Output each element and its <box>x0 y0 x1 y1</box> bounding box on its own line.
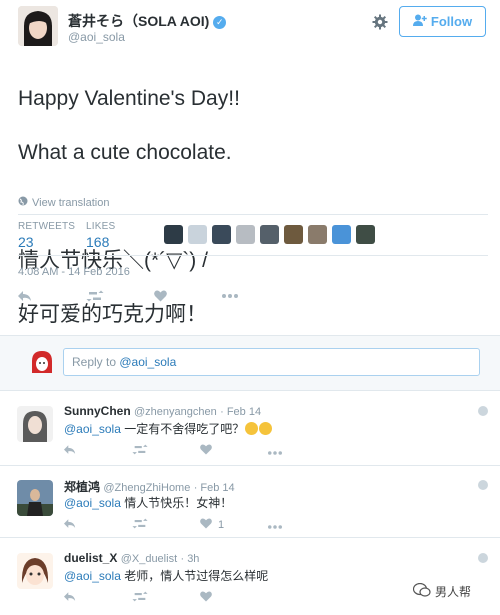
tweet-text-line: 好可爱的巧克力啊！ <box>18 303 207 326</box>
liker-avatar[interactable] <box>212 225 231 244</box>
reply-placeholder-prefix: Reply to <box>72 355 120 369</box>
liker-avatar[interactable] <box>164 225 183 244</box>
current-user-avatar <box>28 349 56 377</box>
follow-label: Follow <box>430 14 473 29</box>
retweets-stat[interactable]: RETWEETS 23 <box>18 221 75 250</box>
retweets-label: RETWEETS <box>18 221 76 232</box>
reply-placeholder-handle: @aoi_sola <box>119 355 177 369</box>
reply-author-name[interactable]: 郑植鸿 <box>64 480 100 494</box>
emoji-icon <box>259 422 273 435</box>
reply-avatar[interactable] <box>17 553 53 589</box>
likes-label: LIKES <box>86 221 116 232</box>
liker-avatar[interactable] <box>284 225 303 244</box>
heart-icon[interactable] <box>154 290 222 302</box>
view-translation-link[interactable]: View translation <box>18 196 109 209</box>
verified-check-icon: ✓ <box>213 16 227 29</box>
reply-author-name[interactable]: duelist_X <box>64 551 117 565</box>
watermark-text: 男人帮 <box>435 585 472 599</box>
tweet-header: 蒼井そら（SOLA AOI) ✓ @aoi_sola Follow <box>18 6 488 48</box>
reply-mention[interactable]: @aoi_sola <box>64 569 121 583</box>
reply-arrow-icon[interactable] <box>64 591 132 605</box>
tweet-actions <box>18 290 252 302</box>
reply-header: SunnyChen @zhenyangchen · Feb 14 <box>64 404 261 418</box>
reply-item[interactable]: duelist_X @X_duelist · 3h @aoi_sola 老师，情… <box>0 545 500 615</box>
reply-actions <box>64 444 282 458</box>
wechat-icon <box>412 582 431 600</box>
emoji-icon <box>245 422 259 435</box>
like-count: 1 <box>218 519 225 531</box>
reply-mention[interactable]: @aoi_sola <box>64 496 121 510</box>
reply-mention[interactable]: @aoi_sola <box>64 422 121 436</box>
reply-item[interactable]: 郑植鸿 @ZhengZhiHome · Feb 14 @aoi_sola 情人节… <box>0 472 500 538</box>
reply-item[interactable]: SunnyChen @zhenyangchen · Feb 14 @aoi_so… <box>0 398 500 466</box>
tweet-text-line: Happy Valentine's Day!! <box>18 87 240 110</box>
chevron-down-icon[interactable] <box>478 480 488 490</box>
tweet-text-line: What a cute chocolate. <box>18 141 232 164</box>
liker-avatar[interactable] <box>260 225 279 244</box>
follow-button[interactable]: Follow <box>399 6 486 37</box>
retweet-icon[interactable] <box>86 290 154 302</box>
heart-icon[interactable] <box>200 591 268 605</box>
heart-icon[interactable] <box>200 444 268 458</box>
view-translation-label[interactable]: View translation <box>32 197 109 209</box>
reply-arrow-icon[interactable] <box>18 290 86 302</box>
reply-actions: 1 <box>64 518 282 532</box>
reply-header: duelist_X @X_duelist · 3h <box>64 551 199 565</box>
reply-arrow-icon[interactable] <box>64 518 132 532</box>
reply-body-text: 情人节快乐！女神！ <box>120 496 233 510</box>
reply-body-text: 一定有不舍得吃了吧？ <box>120 422 245 436</box>
reply-avatar[interactable] <box>17 406 53 442</box>
more-dots-icon[interactable] <box>268 444 282 458</box>
reply-time[interactable]: · Feb 14 <box>194 482 235 494</box>
retweet-icon[interactable] <box>132 444 200 458</box>
retweet-icon[interactable] <box>132 518 200 532</box>
reply-header: 郑植鸿 @ZhengZhiHome · Feb 14 <box>64 478 235 495</box>
more-dots-icon[interactable] <box>268 518 282 532</box>
likes-stat[interactable]: LIKES 168 <box>86 221 115 250</box>
author-handle[interactable]: @aoi_sola <box>68 30 125 44</box>
tweet-stats: RETWEETS 23 LIKES 168 <box>18 214 488 256</box>
reply-author-handle[interactable]: @ZhengZhiHome <box>103 482 190 494</box>
like-action[interactable]: 1 <box>200 518 268 532</box>
liker-avatar[interactable] <box>188 225 207 244</box>
author-name-text[interactable]: 蒼井そら（SOLA AOI) <box>68 13 209 29</box>
reply-text: @aoi_sola 老师，情人节过得怎么样呢 <box>64 567 268 584</box>
reply-author-handle[interactable]: @zhenyangchen <box>134 406 217 418</box>
likes-count[interactable]: 168 <box>86 234 115 250</box>
add-user-icon <box>412 14 427 29</box>
reply-text: @aoi_sola 一定有不舍得吃了吧？ <box>64 420 273 437</box>
gear-icon[interactable] <box>372 14 388 30</box>
reply-body-text: 老师，情人节过得怎么样呢 <box>120 569 269 583</box>
reply-author-name[interactable]: SunnyChen <box>64 404 131 418</box>
retweet-icon[interactable] <box>132 591 200 605</box>
tweet-timestamp[interactable]: 4:08 AM - 14 Feb 2016 <box>18 266 130 278</box>
author-avatar[interactable] <box>18 6 58 46</box>
reply-actions <box>64 591 268 605</box>
reply-input[interactable]: Reply to @aoi_sola <box>63 348 480 376</box>
liker-avatar[interactable] <box>332 225 351 244</box>
liker-avatars <box>164 225 375 244</box>
watermark: 男人帮 <box>412 582 472 600</box>
reply-author-handle[interactable]: @X_duelist <box>121 553 177 565</box>
more-dots-icon[interactable] <box>222 290 252 302</box>
chevron-down-icon[interactable] <box>478 553 488 563</box>
reply-avatar[interactable] <box>17 480 53 516</box>
heart-icon[interactable] <box>200 518 212 532</box>
globe-icon <box>18 196 28 209</box>
reply-compose: Reply to @aoi_sola <box>0 335 500 391</box>
reply-time[interactable]: · 3h <box>180 553 199 565</box>
reply-arrow-icon[interactable] <box>64 444 132 458</box>
reply-time[interactable]: · Feb 14 <box>220 406 261 418</box>
liker-avatar[interactable] <box>356 225 375 244</box>
liker-avatar[interactable] <box>236 225 255 244</box>
reply-text: @aoi_sola 情人节快乐！女神！ <box>64 494 232 511</box>
retweets-count[interactable]: 23 <box>18 234 75 250</box>
liker-avatar[interactable] <box>308 225 327 244</box>
chevron-down-icon[interactable] <box>478 406 488 416</box>
author-display-name[interactable]: 蒼井そら（SOLA AOI) ✓ <box>68 11 227 31</box>
